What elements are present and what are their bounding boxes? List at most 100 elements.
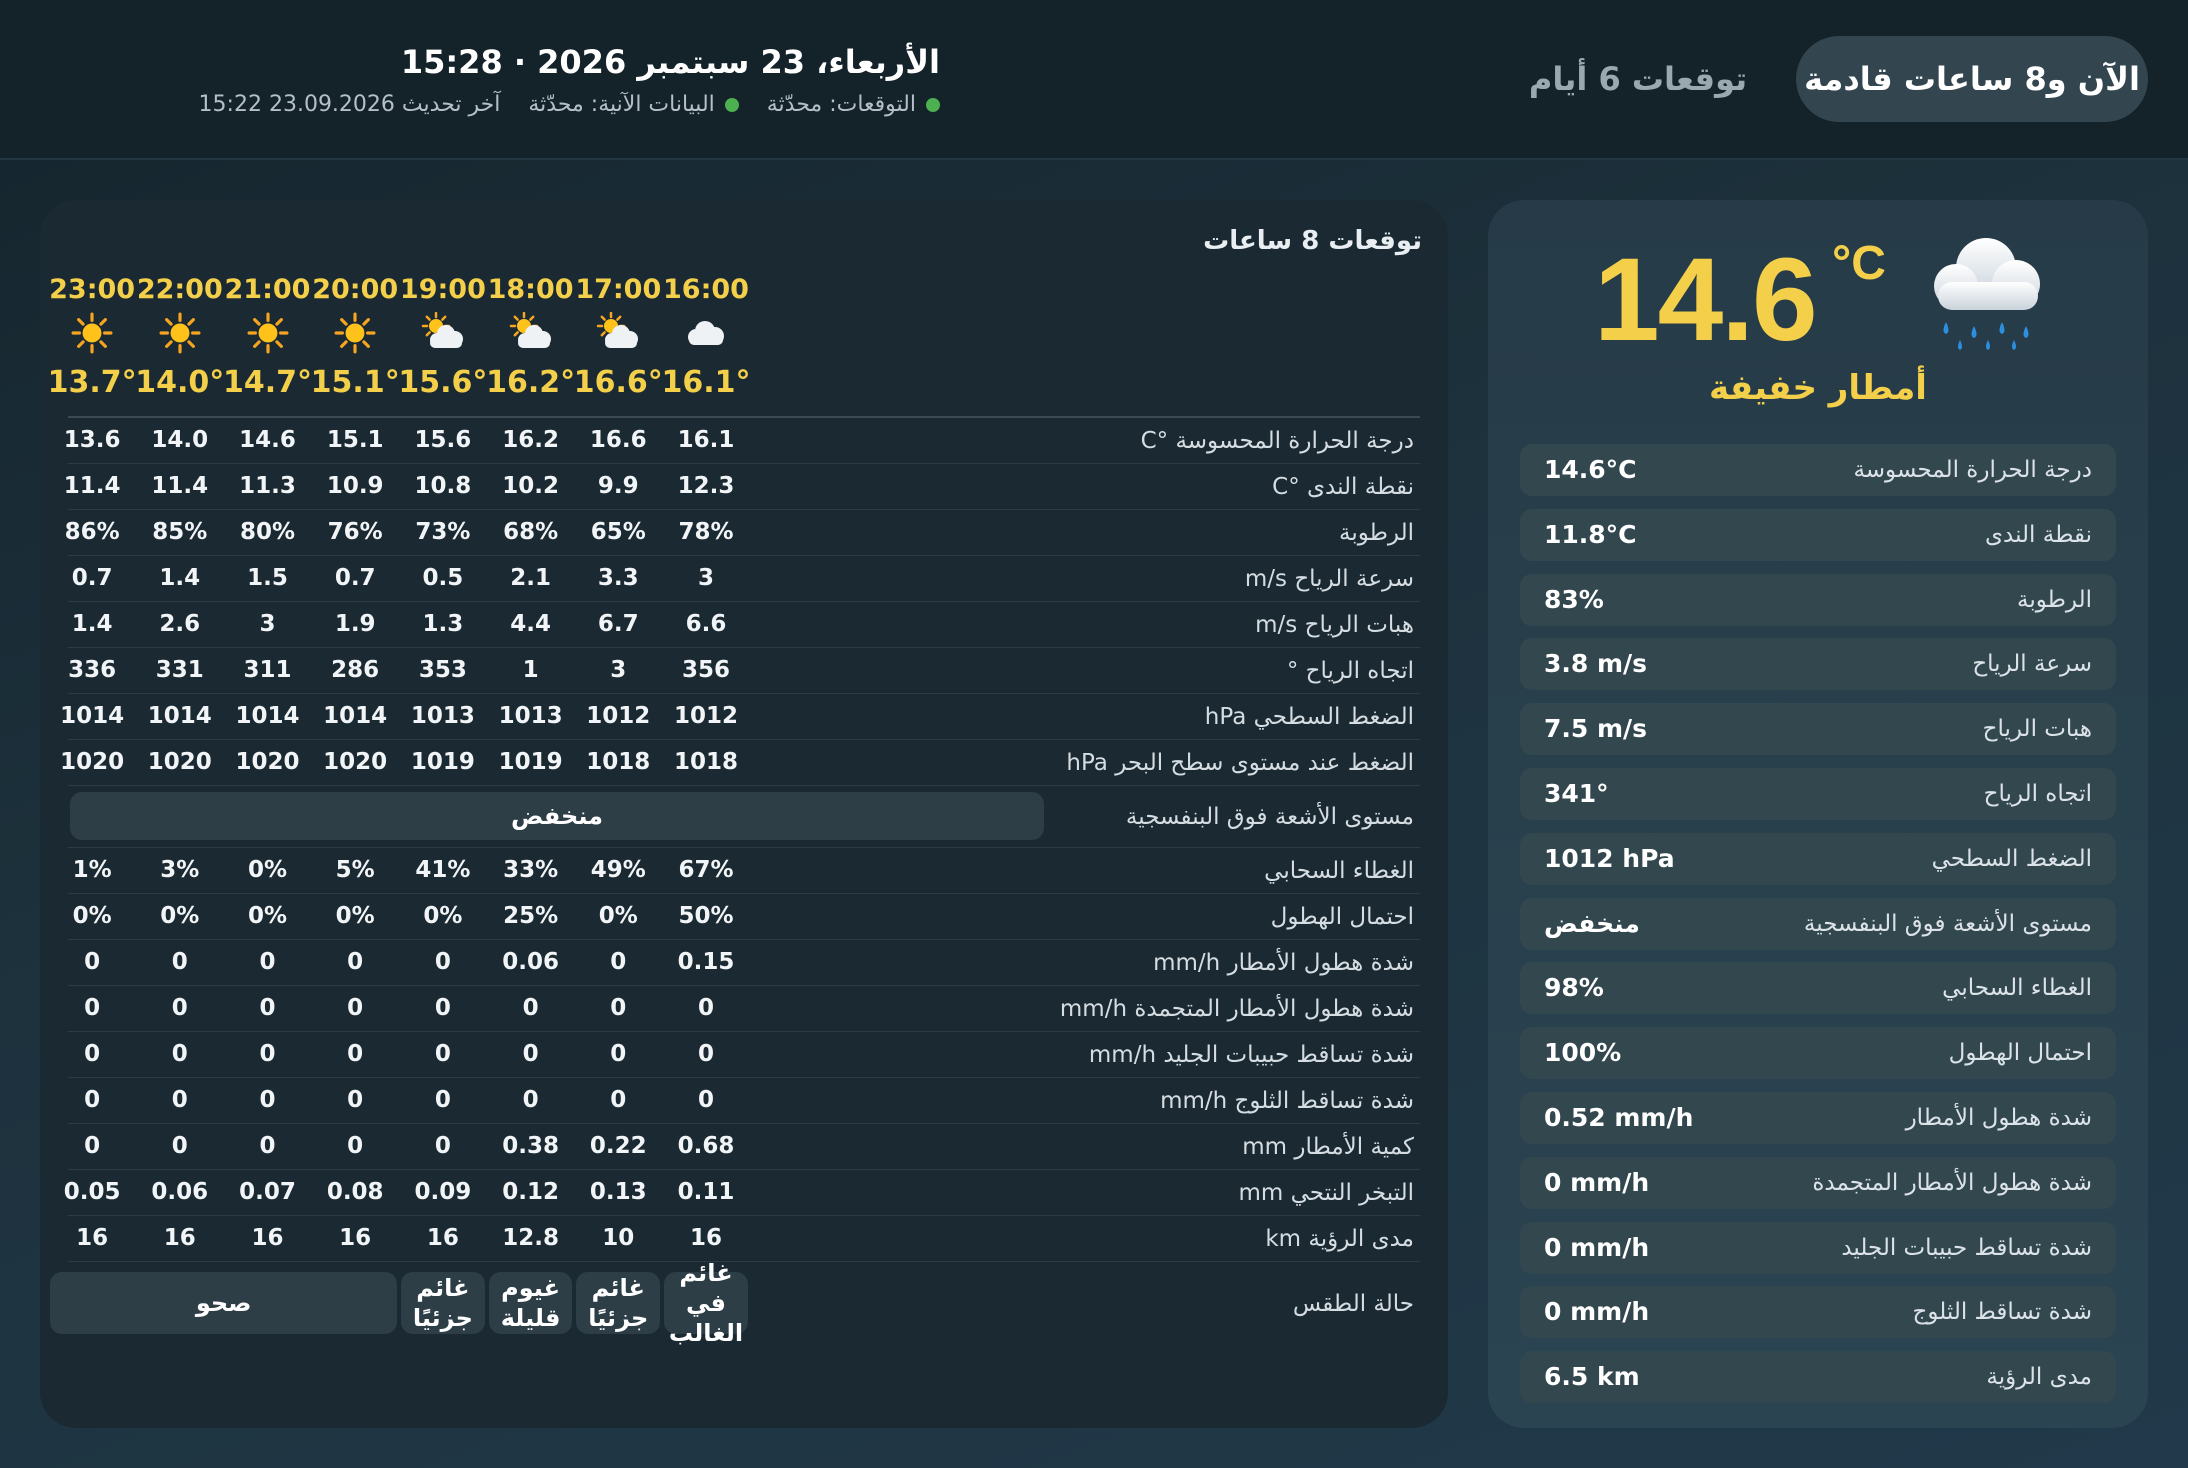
row-label: احتمال الهطول [1270,904,1414,930]
forecast-row: شدة هطول الأمطار المتجمدة mm/h 0 0 0 0 0 0 0 0 [68,986,1420,1032]
forecast-row: شدة هطول الأمطار mm/h 0.15 0 0.06 0 0 0 0 0 [68,940,1420,986]
forecast-8h-panel: توقعات 8 ساعات 16:00 16.1° 17:00 16.6° 18:00… [40,200,1448,1428]
current-weather-panel: 14.6 °C أمطار خفيفة درجة الحرارة المحسوس… [1488,200,2148,1428]
row-value: 11.4 [63,473,121,499]
metric-value: 0 mm/h [1544,1232,1650,1262]
condition-text: غيوم قليلة [500,1274,561,1332]
row-value: 0.7 [71,565,113,591]
forecast-row: احتمال الهطول 50% 0% 25% 0% 0% 0% 0% 0% [68,894,1420,940]
metric-value: 0 mm/h [1544,1167,1650,1197]
hour-time: 23:00 [49,274,136,305]
row-value: 86% [64,519,120,545]
metric-label: الرطوبة [2016,586,2092,613]
row-label: حالة الطقس [1292,1291,1414,1317]
metric-value: 14.6°C [1544,455,1637,484]
forecast-row: مدى الرؤية km 16 10 12.8 16 16 16 16 16 [68,1216,1420,1262]
sun-icon [31,310,153,356]
current-metric-row: الغطاء السحابي 98% [1520,962,2116,1015]
row-label: هبات الرياح m/s [1255,612,1414,638]
current-metric-row: هبات الرياح 7.5 m/s [1520,703,2116,756]
row-value: 1% [72,857,112,883]
row-value: 16 [76,1225,109,1251]
row-value: 0 [84,995,101,1021]
metric-label: الغطاء السحابي [1942,975,2092,1002]
metric-value: 6.5 km [1544,1362,1640,1392]
uv-level-badge: منخفض [70,792,1044,840]
row-label: التبخر النتحي mm [1238,1180,1414,1206]
condition-text: غائم في الغالب [668,1259,744,1347]
tab-now-and-8-hours[interactable]: الآن و8 ساعات قادمة [1796,36,2148,122]
row-value: 1020 [60,749,125,775]
condition-badge: غائم جزئيًا [401,1272,485,1334]
current-metric-row: درجة الحرارة المحسوسة 14.6°C [1520,444,2116,496]
condition-text: غائم جزئيًا [412,1274,473,1332]
status-dot-icon [926,97,940,112]
current-metric-row: شدة تساقط الثلوج 0 mm/h [1520,1286,2116,1339]
row-value: 1.4 [71,611,113,637]
current-metric-row: مستوى الأشعة فوق البنفسجية منخفض [1520,897,2116,950]
row-label: الضغط عند مستوى سطح البحر hPa [1066,750,1414,776]
row-value: 0% [72,903,112,929]
row-label: شدة هطول الأمطار mm/h [1153,950,1414,976]
row-label: اتجاه الرياح ° [1286,658,1414,684]
current-metric-row: الرطوبة 83% [1520,573,2116,626]
forecast-row: اتجاه الرياح ° 356 3 1 353 286 311 331 336 [68,648,1420,694]
tab-6-day-forecast[interactable]: توقعات 6 أيام [1518,36,1758,122]
current-metric-row: اتجاه الرياح 341° [1520,768,2116,820]
current-metric-row: سرعة الرياح 3.8 m/s [1520,638,2116,691]
condition-badge: غائم في الغالب [664,1259,748,1347]
condition-badge: غائم جزئيًا [576,1272,661,1334]
metric-value: 341° [1544,779,1609,808]
current-date-time: الأربعاء، 23 سبتمبر 2026 · 15:28 [400,43,940,81]
row-value: 336 [68,657,117,683]
metric-label: مدى الرؤية [1986,1364,2092,1391]
current-condition: أمطار خفيفة [1709,368,1927,408]
live-data-status-text: البيانات الآنية: محدّثة [528,92,715,117]
forecast-row: درجة الحرارة المحسوسة °C 16.1 16.6 16.2 15.6… [64,418,1420,464]
metric-label: هبات الرياح [1982,716,2092,743]
forecast-row: كمية الأمطار mm 0.68 0.22 0.38 0 0 0 0 0 [68,1124,1420,1170]
status-bar: آخر تحديث 23.09.2026 15:22 البيانات الآن… [40,92,940,117]
hour-column: 23:00 13.7° [31,270,153,410]
metric-label: شدة هطول الأمطار [1905,1105,2092,1131]
row-label: كمية الأمطار mm [1242,1134,1414,1160]
row-label: شدة تساقط حبيبات الجليد mm/h [1088,1042,1414,1068]
forecast-row: الضغط السطحي hPa 1012 1012 1013 1013 1014 1014… [60,694,1420,740]
metric-label: الضغط السطحي [1931,845,2092,872]
metric-value: 11.8°C [1544,519,1637,549]
metric-label: احتمال الهطول [1948,1040,2092,1067]
metric-value: 100% [1544,1038,1622,1068]
metric-label: سرعة الرياح [1972,651,2092,678]
forecast-row: سرعة الرياح m/s 3 3.3 2.1 0.5 0.7 1.5 1.4 0.7 [68,556,1420,602]
row-value: 0.05 [63,1179,121,1205]
live-data-status: البيانات الآنية: محدّثة [528,92,739,117]
hour-temperature: 13.7° [47,365,137,400]
uv-row: مستوى الأشعة فوق البنفسجية منخفض [68,786,1420,848]
row-label: الرطوبة [1338,520,1414,546]
forecast-row: شدة تساقط الثلوج mm/h 0 0 0 0 0 0 0 0 [68,1078,1420,1124]
cloud-with-rain-icon [1916,226,2056,356]
current-metric-row: نقطة الندى 11.8°C [1520,508,2116,561]
row-value: 13.6 [63,427,121,453]
row-value: 0 [84,1041,101,1067]
metric-label: شدة تساقط الثلوج [1912,1299,2092,1326]
forecast-row: شدة تساقط حبيبات الجليد mm/h 0 0 0 0 0 0 0 0 [68,1032,1420,1078]
header-info: الأربعاء، 23 سبتمبر 2026 · 15:28 آخر تحد… [40,40,940,117]
current-metric-row: الضغط السطحي 1012 hPa [1520,832,2116,885]
forecast-status-text: التوقعات: محدّثة [766,92,916,117]
condition-row: حالة الطقس غائم في الغالب غائم جزئيًا غيوم … [50,1259,1420,1347]
status-dot-icon [724,97,739,112]
current-temperature: 14.6 [1594,234,1818,366]
metric-label: اتجاه الرياح [1983,781,2092,807]
current-metric-row: احتمال الهطول 100% [1520,1027,2116,1080]
row-value: 1014 [60,703,125,729]
metric-value: 1012 hPa [1544,843,1675,873]
metric-value: 7.5 m/s [1544,714,1648,744]
forecast-row: هبات الرياح m/s 6.6 6.7 4.4 1.3 1.9 3 2.6 1.4 [68,602,1420,648]
condition-text: غائم جزئيًا [588,1274,649,1332]
row-value: 0 [84,949,101,975]
row-label: شدة تساقط الثلوج mm/h [1160,1088,1414,1114]
metric-value: 0 mm/h [1544,1297,1650,1327]
metric-label: نقطة الندى [1985,521,2092,548]
forecast-panel-title: توقعات 8 ساعات [1203,226,1422,256]
